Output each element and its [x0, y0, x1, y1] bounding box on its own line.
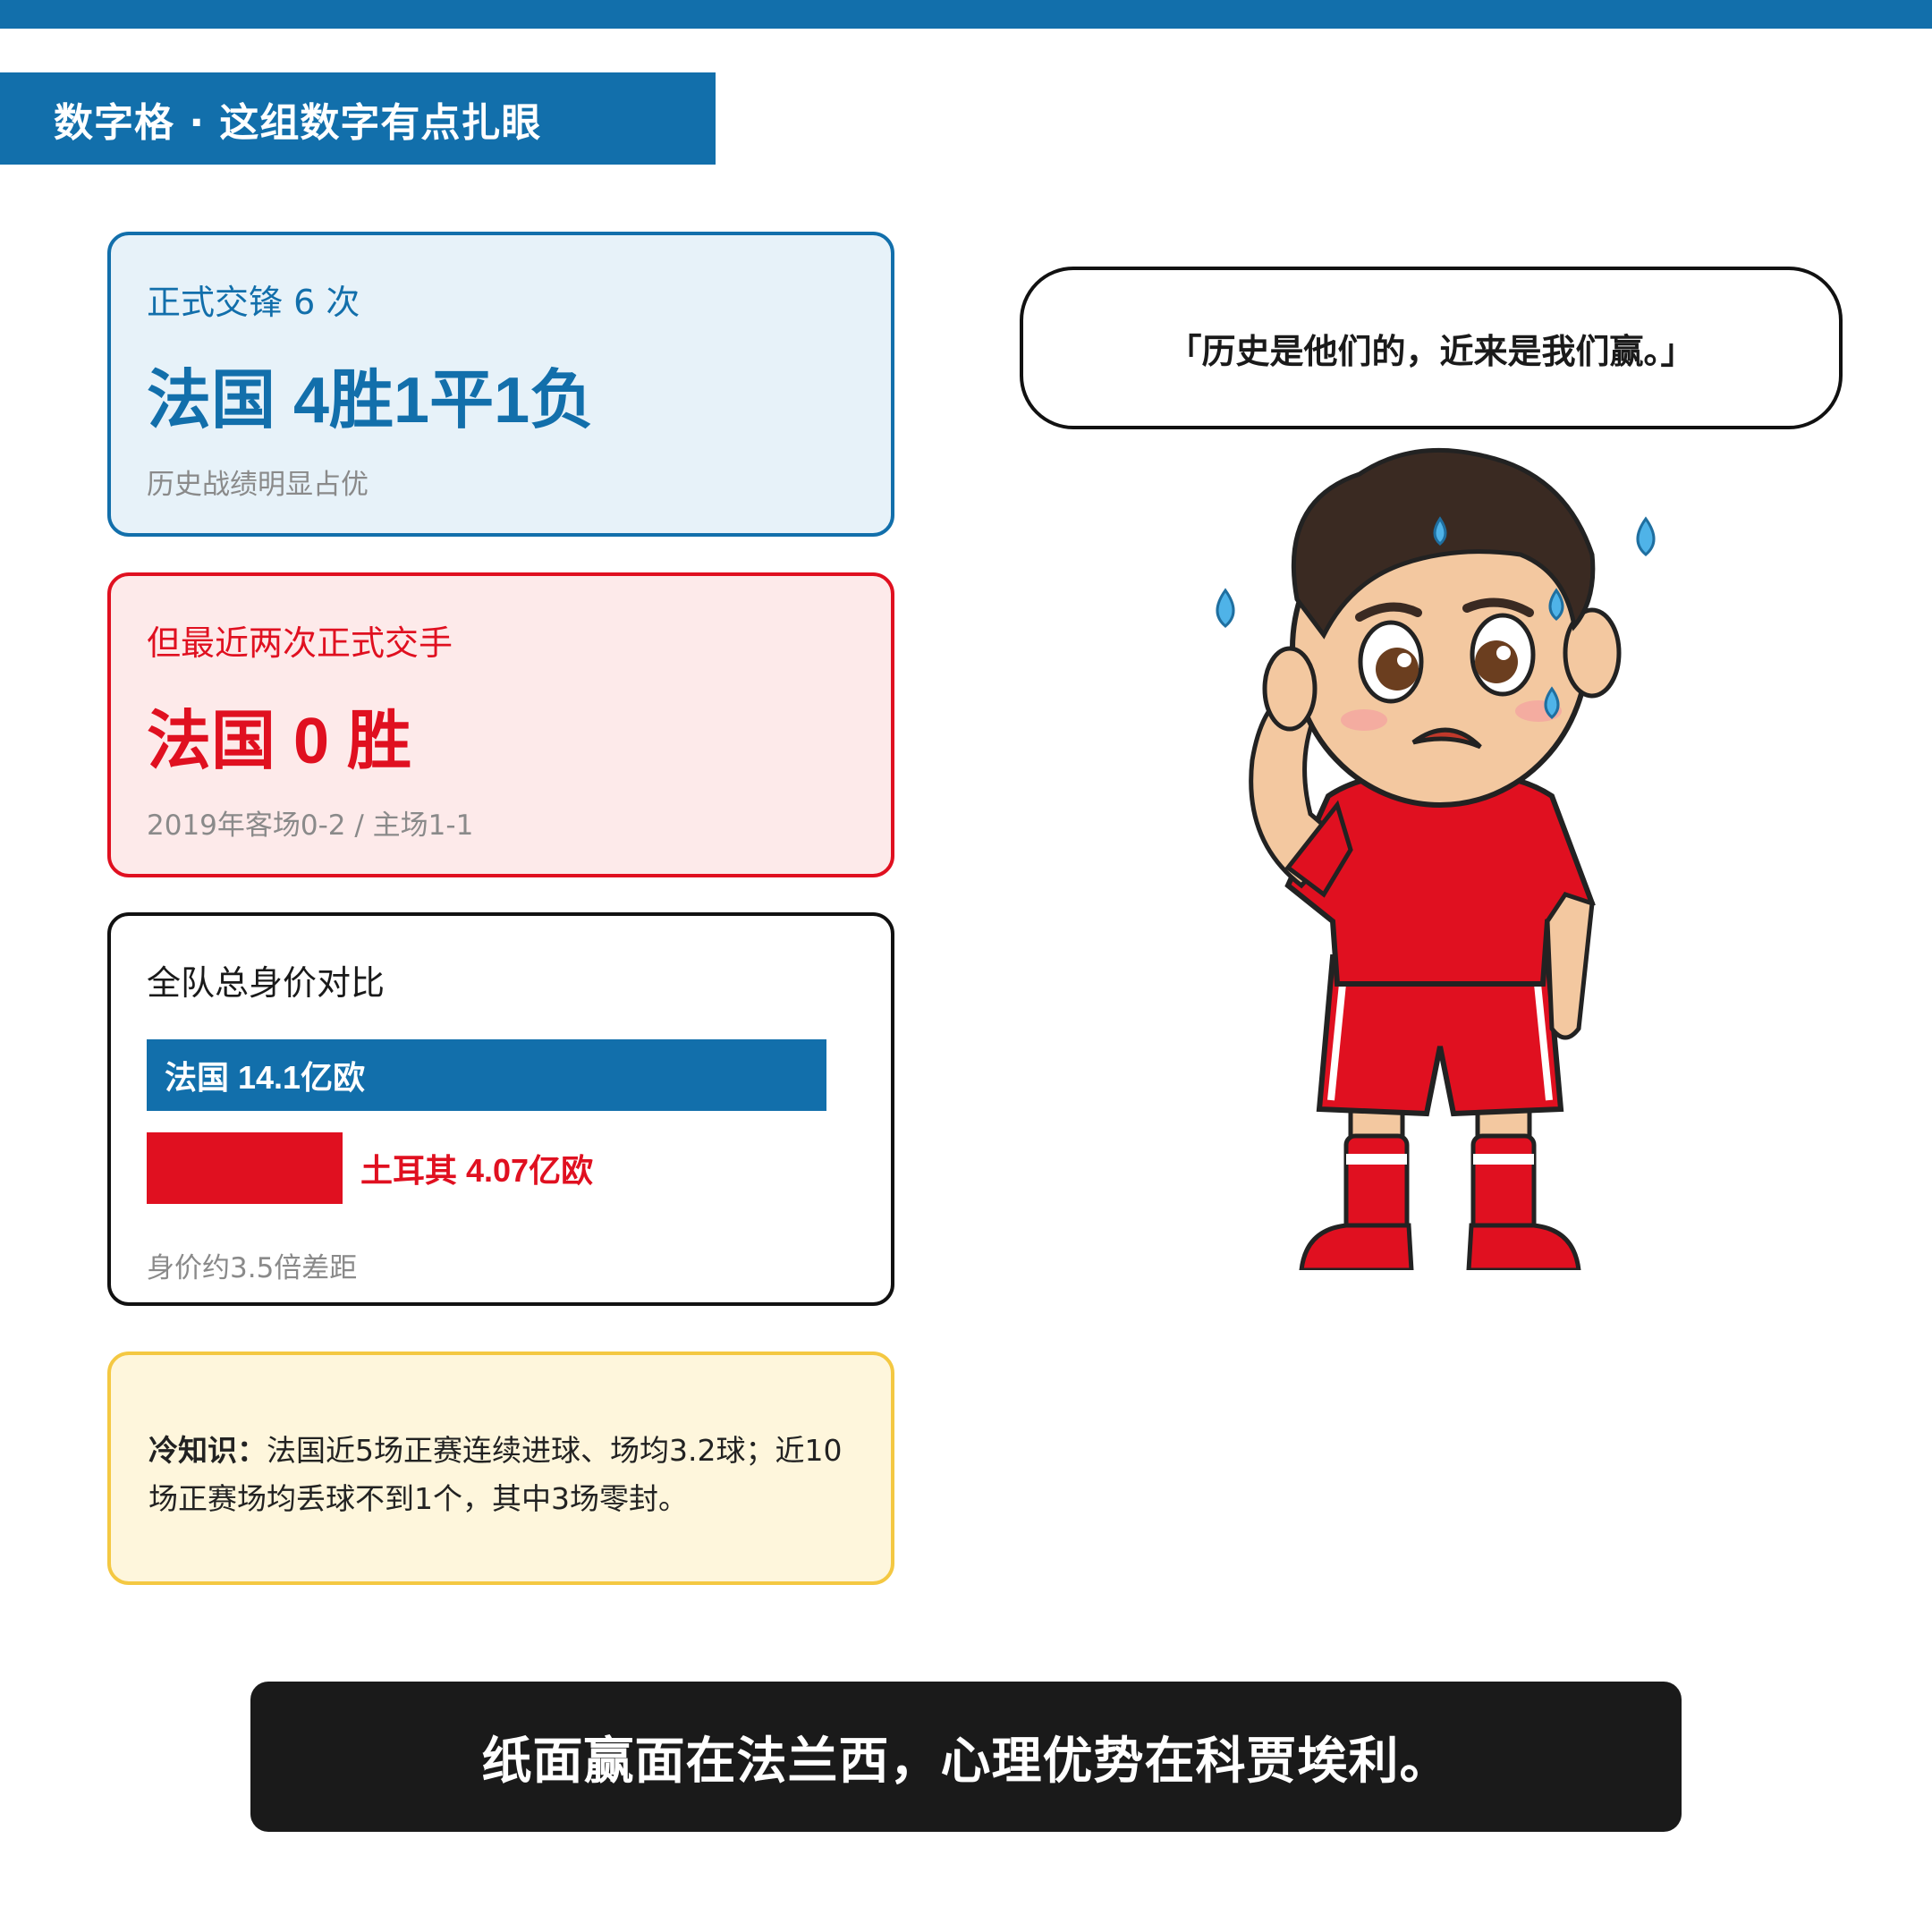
france-value-label: 法国 14.1亿欧 [165, 1059, 366, 1096]
recent-card-headline: 法国 0 胜 [147, 706, 412, 777]
recent-card-note: 2019年客场0-2 / 主场1-1 [147, 809, 474, 842]
recent-card: 但最近两次正式交手 法国 0 胜 2019年客场0-2 / 主场1-1 [107, 572, 894, 877]
speech-quote: 「历史是他们的，近来是我们赢。」 [1167, 331, 1695, 371]
worried-football-player-icon [1216, 447, 1656, 1270]
speech-bubble: 「历史是他们的，近来是我们赢。」 [1020, 267, 1843, 429]
infographic-page: 数字格 · 这组数字有点扎眼 正式交锋 6 次 法国 4胜1平1负 历史战绩明显… [0, 0, 1932, 1932]
conclusion-banner: 纸面赢面在法兰西，心理优势在科贾埃利。 [250, 1682, 1682, 1832]
section-banner: 数字格 · 这组数字有点扎眼 [0, 72, 716, 165]
history-card-headline: 法国 4胜1平1负 [147, 365, 595, 436]
recent-card-label: 但最近两次正式交手 [147, 623, 453, 663]
top-accent-bar [0, 0, 1932, 29]
turkey-value-label: 土耳其 4.07亿欧 [360, 1152, 594, 1189]
squad-value-note: 身价约3.5倍差距 [147, 1252, 358, 1284]
trivia-card: 冷知识：法国近5场正赛连续进球、场均3.2球；近10场正赛场均丢球不到1个，其中… [107, 1352, 894, 1585]
section-banner-title: 数字格 · 这组数字有点扎眼 [54, 99, 542, 146]
trivia-text-block: 冷知识：法国近5场正赛连续进球、场均3.2球；近10场正赛场均丢球不到1个，其中… [148, 1427, 864, 1523]
trivia-label: 冷知识： [148, 1433, 267, 1468]
squad-value-label: 全队总身价对比 [147, 963, 386, 1003]
history-card-label: 正式交锋 6 次 [147, 283, 360, 322]
france-value-bar: 法国 14.1亿欧 [147, 1039, 826, 1111]
squad-value-card: 全队总身价对比 法国 14.1亿欧 土耳其 4.07亿欧 身价约3.5倍差距 [107, 912, 894, 1306]
conclusion-text: 纸面赢面在法兰西，心理优势在科贾埃利。 [481, 1732, 1451, 1791]
history-card: 正式交锋 6 次 法国 4胜1平1负 历史战绩明显占优 [107, 232, 894, 537]
turkey-value-bar [147, 1132, 343, 1204]
history-card-note: 历史战绩明显占优 [147, 469, 369, 501]
